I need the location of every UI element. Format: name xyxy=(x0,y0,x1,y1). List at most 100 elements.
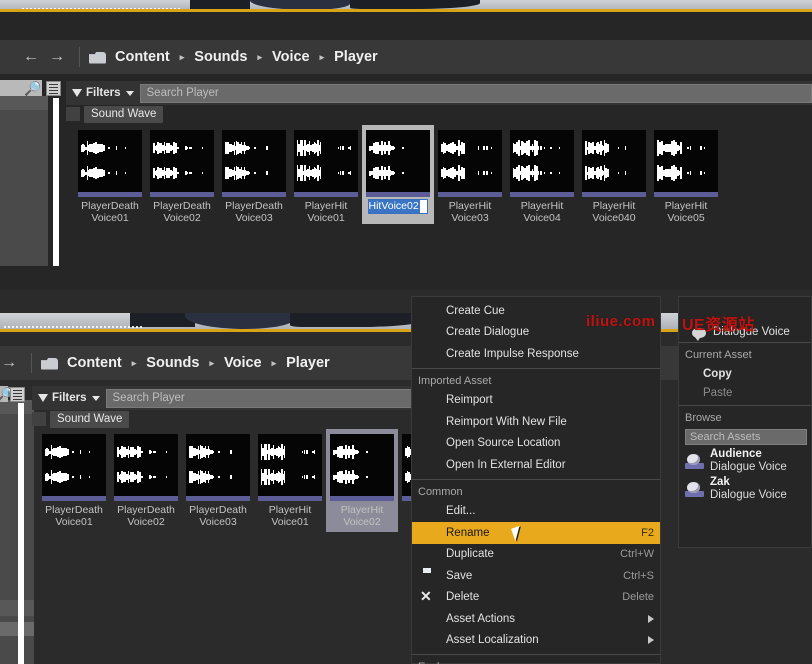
breadcrumb-separator-icon: ▸ xyxy=(257,52,262,63)
menu-item-save[interactable]: Save Ctrl+S xyxy=(412,565,660,587)
asset-tile[interactable]: PlayerHitVoice01 xyxy=(258,434,322,532)
sound-wave-color-strip xyxy=(150,192,214,197)
menu-item-create-impulse-response[interactable]: Create Impulse Response xyxy=(412,343,660,365)
asset-label-line2: Voice02 xyxy=(163,212,200,224)
asset-thumbnail[interactable] xyxy=(510,130,574,192)
asset-label: PlayerDeathVoice01 xyxy=(78,200,142,224)
menu-item-label: Duplicate xyxy=(446,548,606,560)
list-view-icon[interactable] xyxy=(46,81,61,96)
asset-thumbnail[interactable] xyxy=(330,434,394,496)
breadcrumb-separator-icon: ▸ xyxy=(209,358,214,369)
filters-button[interactable]: Filters xyxy=(66,87,140,99)
asset-thumbnail[interactable] xyxy=(582,130,646,192)
menu-item-edit[interactable]: Edit... xyxy=(412,501,660,523)
filters-button[interactable]: Filters xyxy=(32,392,106,404)
menu-item-asset-localization[interactable]: Asset Localization xyxy=(412,630,660,652)
asset-tile[interactable]: PlayerHitVoice05 xyxy=(654,130,718,224)
toolbar-divider xyxy=(31,353,32,373)
breadcrumb-item-voice[interactable]: Voice xyxy=(272,49,310,65)
asset-tile[interactable]: PlayerDeathVoice01 xyxy=(78,130,142,224)
chevron-down-icon xyxy=(92,396,100,401)
asset-tile[interactable]: PlayerDeathVoice03 xyxy=(222,130,286,224)
asset-thumbnail[interactable] xyxy=(150,130,214,192)
bottom-panel-splitter[interactable] xyxy=(18,403,24,664)
duplicate-icon xyxy=(420,547,438,562)
search-icon[interactable]: 🔍 xyxy=(24,80,41,97)
breadcrumb-item-voice[interactable]: Voice xyxy=(224,355,262,371)
waveform-icon xyxy=(153,165,211,181)
asset-label-line1: PlayerDeath xyxy=(81,200,139,212)
list-item-audience[interactable]: Audience Dialogue Voice xyxy=(679,447,811,475)
asset-tile[interactable]: PlayerDeathVoice01 xyxy=(42,434,106,532)
menu-item-reimport-with-new-file[interactable]: Reimport With New File xyxy=(412,411,660,433)
menu-item-label: Asset Localization xyxy=(446,634,640,646)
asset-tile[interactable]: PlayerDeathVoice02 xyxy=(150,130,214,224)
breadcrumb-item-content[interactable]: Content xyxy=(67,355,122,371)
menu-item-copy[interactable]: Copy xyxy=(679,364,811,383)
search-input[interactable]: Search Player xyxy=(106,389,412,408)
top-panel-splitter[interactable] xyxy=(53,98,59,266)
sound-wave-color-strip xyxy=(510,192,574,197)
waveform-icon xyxy=(81,140,139,156)
breadcrumb-item-sounds[interactable]: Sounds xyxy=(146,355,199,371)
breadcrumb-item-content[interactable]: Content xyxy=(115,49,170,65)
asset-thumbnail[interactable] xyxy=(366,130,430,192)
menu-item-asset-actions[interactable]: Asset Actions xyxy=(412,608,660,630)
forward-button[interactable]: → xyxy=(0,355,22,371)
asset-tile[interactable]: PlayerDeathVoice03 xyxy=(186,434,250,532)
menu-item-delete[interactable]: ✕ Delete Delete xyxy=(412,587,660,609)
asset-thumbnail[interactable] xyxy=(114,434,178,496)
sound-wave-color-strip xyxy=(258,496,322,501)
waveform-icon xyxy=(297,140,355,156)
asset-label: PlayerDeathVoice02 xyxy=(114,504,178,528)
asset-label: PlayerDeathVoice03 xyxy=(186,504,250,528)
rename-icon xyxy=(420,525,438,540)
asset-tile[interactable]: rHitVoice02 xyxy=(362,125,434,224)
list-item-zak[interactable]: Zak Dialogue Voice xyxy=(679,475,811,503)
asset-tile[interactable]: PlayerHitVoice02 xyxy=(326,429,398,532)
breadcrumb-item-sounds[interactable]: Sounds xyxy=(194,49,247,65)
top-sidebar-row[interactable] xyxy=(0,96,48,110)
menu-item-label: Open Source Location xyxy=(446,437,654,449)
forward-button[interactable]: → xyxy=(44,49,70,65)
asset-tile[interactable]: PlayerHitVoice03 xyxy=(438,130,502,224)
asset-label-line2: Voice01 xyxy=(91,212,128,224)
menu-item-duplicate[interactable]: Duplicate Ctrl+W xyxy=(412,544,660,566)
asset-thumbnail[interactable] xyxy=(42,434,106,496)
save-icon xyxy=(420,568,438,583)
asset-thumbnail[interactable] xyxy=(186,434,250,496)
menu-section-header-explore: Explore xyxy=(412,658,660,664)
bottom-sidebar-row[interactable] xyxy=(0,622,34,636)
asset-thumbnail[interactable] xyxy=(222,130,286,192)
breadcrumb-separator-icon: ▸ xyxy=(132,358,137,369)
waveform-icon xyxy=(189,444,247,460)
asset-tile[interactable]: PlayerDeathVoice02 xyxy=(114,434,178,532)
edit-icon xyxy=(420,504,438,519)
asset-thumbnail[interactable] xyxy=(654,130,718,192)
list-view-icon[interactable] xyxy=(10,387,25,402)
asset-thumbnail[interactable] xyxy=(258,434,322,496)
asset-context-menu: Create Cue Create Dialogue Create Impuls… xyxy=(411,296,661,664)
breadcrumb-item-player[interactable]: Player xyxy=(286,355,330,371)
asset-tile[interactable]: PlayerHitVoice04 xyxy=(510,130,574,224)
menu-item-reimport[interactable]: Reimport xyxy=(412,390,660,412)
menu-item-open-source-location[interactable]: Open Source Location xyxy=(412,433,660,455)
bottom-sidebar-row[interactable] xyxy=(0,600,34,616)
back-button[interactable]: ← xyxy=(18,49,44,65)
menu-item-open-in-external-editor[interactable]: Open In External Editor xyxy=(412,454,660,476)
asset-thumbnail[interactable] xyxy=(78,130,142,192)
asset-tile[interactable]: PlayerHitVoice040 xyxy=(582,130,646,224)
menu-item-rename[interactable]: Rename F2 xyxy=(412,522,660,544)
waveform-icon xyxy=(81,165,139,181)
section-header-current-asset: Current Asset xyxy=(679,346,811,364)
asset-rename-input[interactable]: rHitVoice02 xyxy=(368,199,428,214)
menu-item-label: Delete xyxy=(446,591,608,603)
search-input[interactable]: Search Player xyxy=(140,84,812,103)
asset-thumbnail[interactable] xyxy=(294,130,358,192)
breadcrumb-item-player[interactable]: Player xyxy=(334,49,378,65)
asset-tile[interactable]: PlayerHitVoice01 xyxy=(294,130,358,224)
list-item-name: Zak xyxy=(710,476,787,489)
menu-divider xyxy=(412,654,660,655)
browse-search-input[interactable]: Search Assets xyxy=(685,429,807,445)
asset-thumbnail[interactable] xyxy=(438,130,502,192)
